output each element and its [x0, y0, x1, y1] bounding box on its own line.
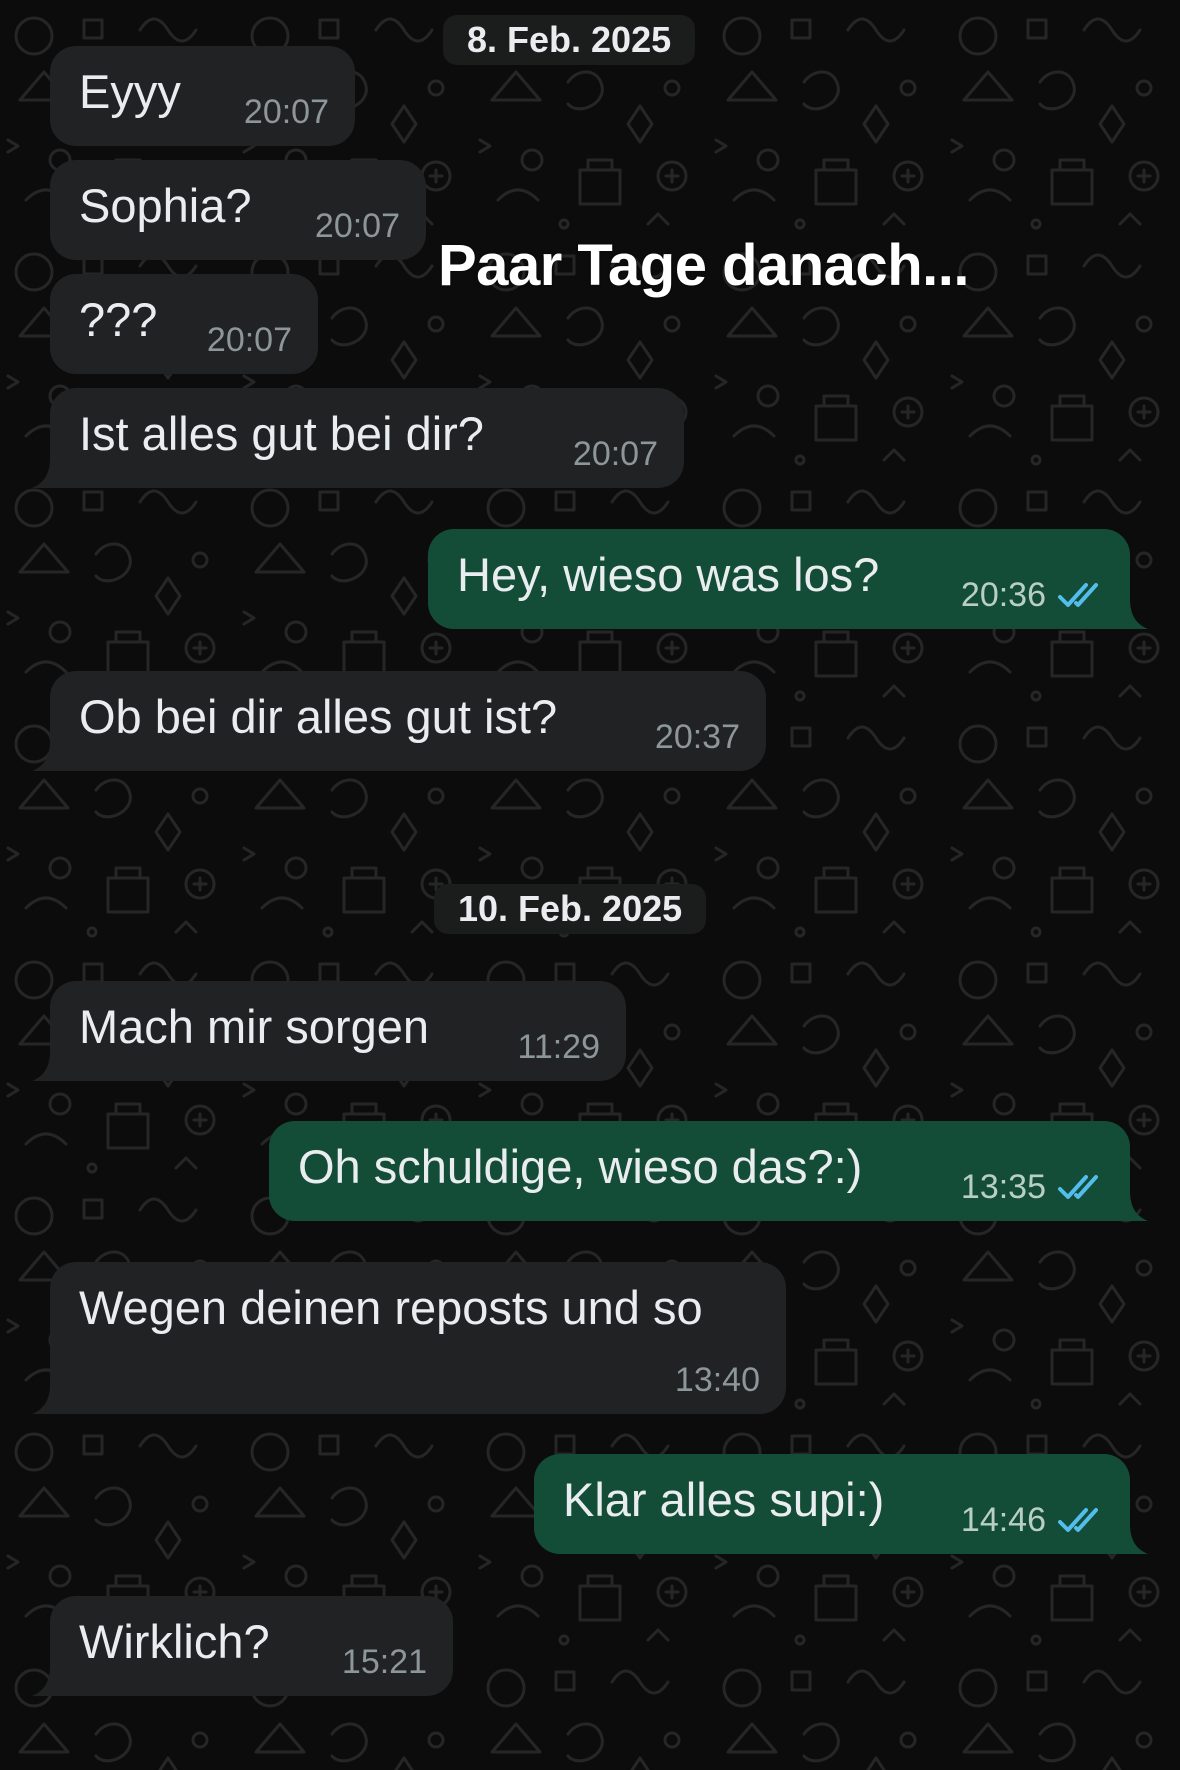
bubble-tail: [1112, 599, 1148, 629]
message-text: Wirklich?: [79, 1615, 270, 1668]
message-timestamp: 13:35: [960, 1168, 1046, 1206]
message-text: Oh schuldige, wieso das?:): [298, 1140, 863, 1193]
message-timestamp: 15:21: [341, 1643, 427, 1681]
message-text: Wegen deinen reposts und so: [79, 1281, 703, 1334]
double-check-read-icon: [1058, 1508, 1098, 1532]
message-text: ???: [79, 293, 158, 346]
bubble-tail: [1112, 1191, 1148, 1221]
bubble-tail: [32, 458, 68, 488]
bubble-tail: [1112, 1524, 1148, 1554]
message-text: Klar alles supi:): [563, 1473, 885, 1526]
message-timestamp: 11:29: [517, 1028, 600, 1066]
incoming-message-bubble[interactable]: Wirklich? 15:21: [32, 1596, 453, 1696]
bubble-tail: [32, 1384, 68, 1414]
message-timestamp: 20:07: [243, 93, 329, 131]
message-text: Ob bei dir alles gut ist?: [79, 690, 558, 743]
message-timestamp: 14:46: [960, 1501, 1046, 1539]
double-check-read-icon: [1058, 1175, 1098, 1199]
incoming-message-bubble[interactable]: Sophia? 20:07: [50, 160, 426, 260]
incoming-message-bubble[interactable]: Mach mir sorgen 11:29: [32, 981, 626, 1081]
message-timestamp: 20:07: [572, 435, 658, 473]
bubble-tail: [32, 741, 68, 771]
message-text: Eyyy: [79, 65, 181, 118]
message-text: Sophia?: [79, 179, 252, 232]
bubble-tail: [32, 1666, 68, 1696]
incoming-message-bubble[interactable]: Ist alles gut bei dir? 20:07: [32, 388, 684, 488]
overlay-caption: Paar Tage danach...: [438, 233, 969, 298]
outgoing-message-bubble[interactable]: Klar alles supi:) 14:46: [534, 1454, 1148, 1554]
message-timestamp: 20:37: [654, 718, 740, 756]
date-separator: 8. Feb. 2025: [443, 15, 696, 65]
date-label: 8. Feb. 2025: [467, 19, 672, 60]
message-text: Hey, wieso was los?: [457, 548, 880, 601]
incoming-message-bubble[interactable]: Eyyy 20:07: [50, 46, 355, 146]
outgoing-message-bubble[interactable]: Oh schuldige, wieso das?:) 13:35: [269, 1121, 1148, 1221]
message-timestamp: 20:36: [960, 576, 1046, 614]
incoming-message-bubble[interactable]: Ob bei dir alles gut ist? 20:37: [32, 671, 766, 771]
message-text: Ist alles gut bei dir?: [79, 407, 484, 460]
message-timestamp: 20:07: [314, 207, 400, 245]
message-timestamp: 20:07: [206, 321, 292, 359]
outgoing-message-bubble[interactable]: Hey, wieso was los? 20:36: [428, 529, 1148, 629]
date-separator: 10. Feb. 2025: [434, 884, 707, 934]
double-check-read-icon: [1058, 583, 1098, 607]
date-label: 10. Feb. 2025: [458, 888, 683, 929]
incoming-message-bubble[interactable]: ??? 20:07: [50, 274, 318, 374]
incoming-message-bubble[interactable]: Wegen deinen reposts und so 13:40: [32, 1262, 786, 1414]
bubble-tail: [32, 1051, 68, 1081]
message-timestamp: 13:40: [674, 1361, 760, 1399]
message-text: Mach mir sorgen: [79, 1000, 429, 1053]
